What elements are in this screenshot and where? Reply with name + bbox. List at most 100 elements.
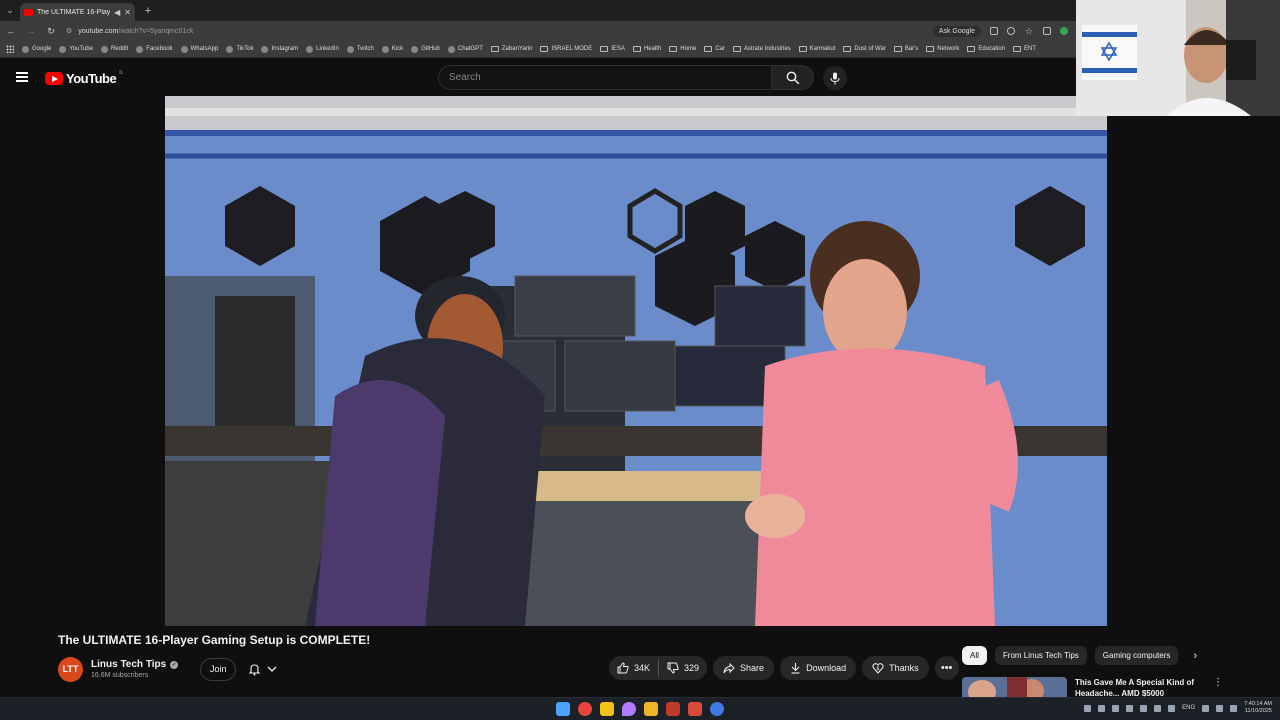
bookmark-item[interactable]: Facebook xyxy=(136,45,173,53)
sticky-notes-icon[interactable] xyxy=(600,702,614,716)
bookmark-item[interactable]: Twitch xyxy=(346,45,374,53)
bookmark-item[interactable]: ZabanYarin xyxy=(490,46,532,52)
cast-icon[interactable] xyxy=(990,27,998,35)
security-icon[interactable] xyxy=(1140,704,1148,712)
bookmark-item[interactable]: Bar's xyxy=(893,46,918,52)
extensions-icon[interactable] xyxy=(1043,27,1051,35)
recommended-thumbnail[interactable] xyxy=(962,677,1067,697)
network-icon[interactable] xyxy=(1216,704,1224,712)
tray-overflow-icon[interactable] xyxy=(1084,704,1092,712)
bookmark-item[interactable]: GitHub xyxy=(411,45,440,53)
bookmark-label: Reddit xyxy=(110,46,129,52)
bookmark-item[interactable]: Education xyxy=(967,46,1005,52)
system-clock[interactable]: 7:40:14 AM 11/10/2025 xyxy=(1244,701,1272,715)
bookmark-item[interactable]: Car xyxy=(704,46,725,52)
share-button[interactable]: Share xyxy=(713,656,775,680)
bookmark-item[interactable]: Network xyxy=(926,46,959,52)
bookmark-item[interactable]: LinkedIn xyxy=(306,45,339,53)
usb-icon[interactable] xyxy=(1168,704,1176,712)
site-favicon-icon xyxy=(226,45,234,53)
thanks-label: Thanks xyxy=(889,663,919,673)
bookmark-item[interactable]: Home xyxy=(669,46,696,52)
new-tab-button[interactable]: + xyxy=(139,5,157,17)
app-icon[interactable] xyxy=(666,702,680,716)
bookmark-item[interactable]: Reddit xyxy=(100,45,129,53)
search-button[interactable] xyxy=(772,65,814,90)
mic-tray-icon[interactable] xyxy=(1154,704,1162,712)
thanks-button[interactable]: $ Thanks xyxy=(862,656,929,680)
profile-icon[interactable] xyxy=(1060,27,1068,35)
dislike-button[interactable]: 329 xyxy=(659,656,707,680)
channel-name[interactable]: Linus Tech Tips xyxy=(91,659,166,670)
ask-google-button[interactable]: Ask Google xyxy=(932,25,981,37)
chrome-icon[interactable] xyxy=(578,702,592,716)
voice-search-button[interactable] xyxy=(823,66,847,90)
bookmark-item[interactable]: Google xyxy=(22,45,51,53)
bookmark-item[interactable]: Dust of War xyxy=(843,46,886,52)
bookmark-item[interactable]: Health xyxy=(632,46,662,52)
bookmark-label: Health xyxy=(643,46,662,52)
bookmark-star-icon[interactable]: ☆ xyxy=(1024,26,1034,37)
tab-close-icon[interactable]: ✕ xyxy=(124,8,131,17)
url-host: youtube.com xyxy=(78,27,119,35)
site-favicon-icon xyxy=(346,45,354,53)
tray-app-icon[interactable] xyxy=(1112,704,1120,712)
recommended-menu-icon[interactable]: ⋮ xyxy=(1213,677,1223,697)
like-button[interactable]: 34K xyxy=(609,656,658,680)
search-input[interactable]: Search xyxy=(438,65,772,90)
bookmark-item[interactable]: Astrate Industries xyxy=(732,46,791,52)
bookmark-item[interactable]: YouTube xyxy=(59,45,93,53)
bookmark-item[interactable]: Instagram xyxy=(261,45,299,53)
bookmark-label: Instagram xyxy=(271,46,299,52)
language-indicator[interactable]: ENG xyxy=(1182,705,1195,711)
bookmark-item[interactable]: ENT xyxy=(1013,46,1036,52)
recommended-video[interactable]: This Gave Me A Special Kind of Headache.… xyxy=(962,677,1223,697)
chevron-right-icon[interactable]: › xyxy=(1186,650,1204,662)
tab-search-icon[interactable]: ⌄ xyxy=(0,5,20,16)
subscription-bell-button[interactable] xyxy=(248,663,277,676)
more-actions-button[interactable]: ••• xyxy=(934,656,959,680)
folder-icon xyxy=(798,46,807,52)
menu-icon[interactable] xyxy=(16,72,28,82)
bookmark-item[interactable]: Karmakut xyxy=(798,46,835,52)
channel-avatar[interactable]: LTT xyxy=(58,656,83,682)
bookmark-label: Astrate Industries xyxy=(743,46,791,52)
forward-icon[interactable]: → xyxy=(26,26,36,36)
filter-chip[interactable]: From Linus Tech Tips xyxy=(994,646,1087,665)
start-windows-icon[interactable] xyxy=(556,702,570,716)
folder-icon xyxy=(926,46,935,52)
volume-icon[interactable] xyxy=(1230,704,1238,712)
download-button[interactable]: Download xyxy=(780,656,857,680)
paint-icon[interactable] xyxy=(622,702,636,716)
filter-chip[interactable]: Gaming computers xyxy=(1094,646,1179,665)
join-button[interactable]: Join xyxy=(200,657,237,681)
bookmark-item[interactable]: ChatGPT xyxy=(447,45,483,53)
tools-icon[interactable] xyxy=(688,702,702,716)
display-icon[interactable] xyxy=(1202,704,1210,712)
video-player[interactable] xyxy=(165,96,1107,626)
bookmark-item[interactable]: IESA xyxy=(600,46,625,52)
bluetooth-icon[interactable] xyxy=(1098,704,1106,712)
video-title: The ULTIMATE 16-Player Gaming Setup is C… xyxy=(58,633,371,647)
file-explorer-icon[interactable] xyxy=(644,702,658,716)
site-info-icon[interactable]: ⚙ xyxy=(66,27,72,35)
youtube-favicon-icon xyxy=(24,8,33,16)
bookmark-item[interactable]: ISRAEL MODE xyxy=(540,46,592,52)
url-field[interactable]: ⚙ youtube.com/watch?v=5yanqmc01ck xyxy=(66,23,923,39)
apps-grid-icon[interactable] xyxy=(6,45,14,53)
back-icon[interactable]: ← xyxy=(6,26,16,36)
cloud-icon[interactable] xyxy=(1126,704,1134,712)
bookmark-label: ISRAEL MODE xyxy=(551,46,593,52)
reload-icon[interactable]: ↻ xyxy=(46,26,56,37)
bookmark-item[interactable]: WhatsApp xyxy=(180,45,218,53)
recommended-title[interactable]: This Gave Me A Special Kind of Headache.… xyxy=(1075,677,1205,697)
youtube-logo[interactable]: YouTube IL xyxy=(45,70,123,86)
zoom-icon[interactable] xyxy=(1007,27,1015,35)
channel-row: LTT Linus Tech Tips ✓ 16.6M subscribers … xyxy=(58,656,277,682)
filter-chip[interactable]: All xyxy=(962,646,987,665)
browser-icon[interactable] xyxy=(710,702,724,716)
tab-youtube[interactable]: The ULTIMATE 16-Player Ga... ◀ ✕ xyxy=(20,3,135,21)
bookmark-item[interactable]: Kick xyxy=(381,45,403,53)
bookmark-item[interactable]: TikTok xyxy=(226,45,253,53)
mute-icon[interactable]: ◀ xyxy=(114,8,120,17)
